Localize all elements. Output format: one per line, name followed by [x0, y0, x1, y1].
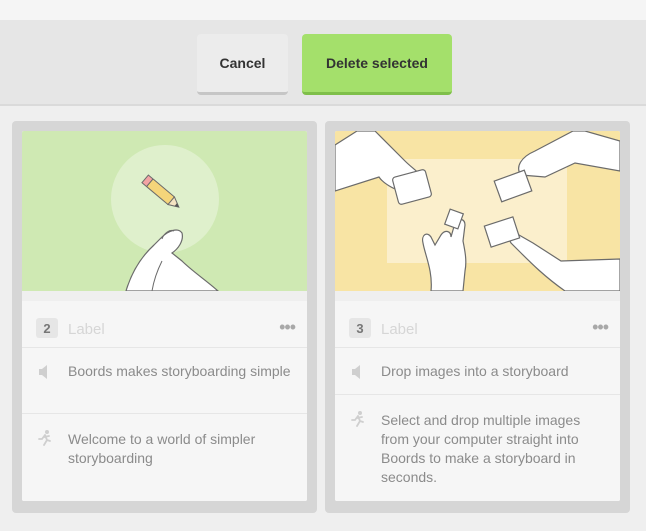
- running-figure-icon: [38, 430, 51, 446]
- frame-number-badge: 2: [36, 318, 58, 338]
- frame-number-badge: 3: [349, 318, 371, 338]
- action-row[interactable]: Select and drop multiple images from you…: [335, 395, 620, 501]
- frame-thumbnail[interactable]: [335, 131, 620, 292]
- dialogue-row[interactable]: Boords makes storyboarding simple: [22, 348, 307, 414]
- selection-toolbar: Cancel Delete selected: [0, 20, 646, 106]
- more-options-icon[interactable]: •••: [592, 317, 609, 338]
- frame-header: 2 •••: [22, 301, 307, 348]
- cancel-button[interactable]: Cancel: [197, 34, 288, 95]
- top-strip: [0, 0, 646, 20]
- action-row[interactable]: Welcome to a world of simpler storyboard…: [22, 414, 307, 500]
- frame-label-input[interactable]: [381, 319, 561, 339]
- speaker-icon: [39, 365, 47, 379]
- frame-card-selected[interactable]: 3 ••• Drop images into a storyboard Sele…: [325, 121, 630, 513]
- frame-card[interactable]: 3 ••• Drop images into a storyboard Sele…: [335, 131, 620, 501]
- speaker-icon: [352, 365, 360, 379]
- dialogue-text[interactable]: Boords makes storyboarding simple: [68, 362, 293, 381]
- frame-card-selected[interactable]: 2 ••• Boords makes storyboarding simple …: [12, 121, 317, 513]
- action-text[interactable]: Select and drop multiple images from you…: [381, 411, 606, 487]
- frame-details: 2 ••• Boords makes storyboarding simple …: [22, 301, 307, 501]
- frame-label-input[interactable]: [68, 319, 248, 339]
- dialogue-text[interactable]: Drop images into a storyboard: [381, 362, 606, 381]
- delete-selected-button[interactable]: Delete selected: [302, 34, 452, 95]
- frame-thumbnail[interactable]: [22, 131, 307, 292]
- more-options-icon[interactable]: •••: [279, 317, 296, 338]
- running-figure-icon: [351, 411, 364, 427]
- frame-details: 3 ••• Drop images into a storyboard Sele…: [335, 301, 620, 501]
- frame-header: 3 •••: [335, 301, 620, 348]
- dialogue-row[interactable]: Drop images into a storyboard: [335, 348, 620, 395]
- frame-card[interactable]: 2 ••• Boords makes storyboarding simple …: [22, 131, 307, 501]
- action-text[interactable]: Welcome to a world of simpler storyboard…: [68, 430, 293, 468]
